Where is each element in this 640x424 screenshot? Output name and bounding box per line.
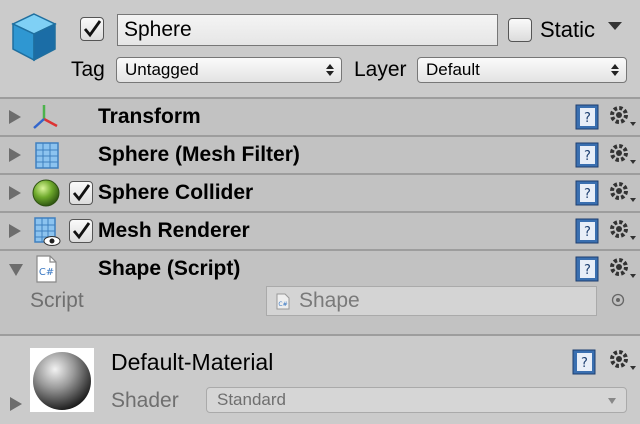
component-transform[interactable]: Transform ? — [0, 97, 640, 135]
script-property-row: Script C# Shape — [0, 286, 640, 334]
component-title: Mesh Renderer — [98, 219, 250, 242]
svg-text:C#: C# — [39, 267, 54, 278]
csharp-script-mini-icon: C# — [276, 293, 290, 310]
material-foldout-arrow-icon[interactable] — [10, 397, 22, 411]
help-book-icon[interactable]: ? — [574, 179, 600, 207]
material-name: Default-Material — [111, 349, 274, 375]
component-shape-script[interactable]: C# Shape (Script) ? — [0, 249, 640, 287]
layer-label: Layer — [354, 58, 407, 81]
layer-value: Default — [426, 60, 480, 79]
active-checkbox[interactable] — [80, 17, 104, 41]
shader-value: Standard — [217, 390, 286, 409]
component-mesh-filter[interactable]: Sphere (Mesh Filter) ? — [0, 135, 640, 173]
component-title: Transform — [98, 105, 201, 128]
script-object-field: C# Shape — [266, 286, 597, 316]
enabled-checkbox[interactable] — [69, 181, 93, 205]
shader-dropdown[interactable]: Standard — [206, 387, 627, 413]
updown-arrows-icon — [611, 64, 619, 76]
transform-axes-icon — [33, 105, 58, 129]
tag-value: Untagged — [125, 60, 199, 79]
svg-text:?: ? — [584, 111, 591, 126]
mesh-filter-icon — [35, 142, 59, 169]
material-preview — [30, 348, 94, 412]
checkmark-icon — [72, 184, 91, 202]
enabled-checkbox[interactable] — [69, 219, 93, 243]
help-book-icon[interactable]: ? — [574, 217, 600, 245]
help-book-icon[interactable]: ? — [571, 348, 597, 376]
gameobject-name-input[interactable]: Sphere — [117, 14, 498, 46]
checkmark-icon — [72, 222, 91, 240]
component-title: Shape (Script) — [98, 257, 241, 280]
gameobject-header: Sphere Static Tag Untagged Layer Default — [0, 0, 640, 97]
material-sphere-icon — [33, 352, 91, 410]
foldout-arrow-icon[interactable] — [9, 110, 21, 124]
svg-text:?: ? — [584, 187, 591, 202]
gear-icon[interactable] — [607, 104, 637, 130]
foldout-arrow-expanded-icon[interactable] — [9, 264, 23, 276]
svg-text:?: ? — [584, 149, 591, 164]
svg-text:?: ? — [584, 225, 591, 240]
svg-text:C#: C# — [278, 301, 287, 308]
sphere-collider-icon — [32, 179, 60, 207]
gear-icon[interactable] — [607, 348, 637, 374]
static-dropdown-arrow-icon[interactable] — [608, 22, 622, 30]
foldout-arrow-icon[interactable] — [9, 224, 21, 238]
script-label: Script — [30, 289, 84, 312]
svg-text:?: ? — [584, 263, 591, 278]
gear-icon[interactable] — [607, 256, 637, 282]
script-value: Shape — [299, 289, 360, 312]
tag-dropdown[interactable]: Untagged — [116, 57, 342, 83]
component-mesh-renderer[interactable]: Mesh Renderer ? — [0, 211, 640, 249]
component-title: Sphere (Mesh Filter) — [98, 143, 300, 166]
help-book-icon[interactable]: ? — [574, 255, 600, 283]
layer-dropdown[interactable]: Default — [417, 57, 627, 83]
updown-arrows-icon — [326, 64, 334, 76]
checkmark-icon — [83, 20, 102, 38]
help-book-icon[interactable]: ? — [574, 103, 600, 131]
static-label: Static — [540, 17, 596, 42]
foldout-arrow-icon[interactable] — [9, 186, 21, 200]
material-section: Default-Material Shader Standard ? — [0, 334, 640, 424]
gear-icon[interactable] — [607, 218, 637, 244]
gear-icon[interactable] — [607, 180, 637, 206]
object-picker-icon[interactable] — [611, 293, 625, 307]
static-checkbox[interactable] — [508, 18, 532, 42]
csharp-script-icon: C# — [36, 255, 57, 283]
component-title: Sphere Collider — [98, 181, 254, 204]
component-sphere-collider[interactable]: Sphere Collider ? — [0, 173, 640, 211]
shader-label: Shader — [111, 389, 179, 412]
cube-icon — [11, 13, 57, 62]
mesh-renderer-icon — [34, 217, 61, 246]
tag-label: Tag — [71, 58, 105, 81]
help-book-icon[interactable]: ? — [574, 141, 600, 169]
chevron-down-icon — [608, 398, 616, 404]
gear-icon[interactable] — [607, 142, 637, 168]
foldout-arrow-icon[interactable] — [9, 148, 21, 162]
svg-text:?: ? — [581, 356, 588, 371]
